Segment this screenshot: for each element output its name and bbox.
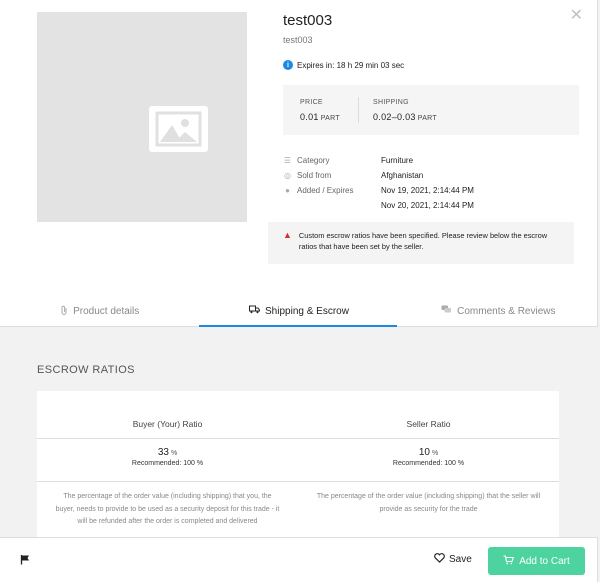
tab-label: Shipping & Escrow <box>265 305 349 317</box>
price-box: PRICE 0.01 PART SHIPPING 0.02–0.03 PART <box>283 85 579 135</box>
shipping-value: 0.02–0.03 <box>373 112 416 122</box>
expires-text: Expires in: 18 h 29 min 03 sec <box>297 60 405 70</box>
shipping-column: SHIPPING 0.02–0.03 PART <box>373 99 437 122</box>
detail-row-expires: Nov 20, 2021, 2:14:44 PM <box>283 198 474 213</box>
escrow-warning: ▲ Custom escrow ratios have been specifi… <box>268 222 574 264</box>
add-to-cart-label: Add to Cart <box>519 555 570 567</box>
detail-value: Nov 19, 2021, 2:14:44 PM <box>381 186 474 195</box>
seller-recommended: Recommended: 100 % <box>392 460 465 467</box>
detail-row-category: ☰ Category Furniture <box>283 153 474 168</box>
shipping-label: SHIPPING <box>373 99 409 106</box>
buyer-ratio-unit: % <box>170 450 178 457</box>
detail-label: Sold from <box>297 171 332 180</box>
shipping-unit: PART <box>417 115 437 122</box>
detail-label: Added / Expires <box>297 186 354 195</box>
tab-comments-reviews[interactable]: Comments & Reviews <box>399 296 598 326</box>
clock-icon: ● <box>285 186 290 195</box>
flag-icon[interactable] <box>20 554 31 568</box>
price-unit: PART <box>320 115 340 122</box>
action-footer: Save Add to Cart <box>0 537 598 582</box>
cart-icon <box>503 554 515 568</box>
tab-label: Product details <box>73 305 140 317</box>
detail-value: Afghanistan <box>381 171 424 180</box>
seller-ratio-column: Seller Ratio 10% Recommended: 100 % The … <box>298 391 559 516</box>
warning-icon: ▲ <box>283 230 292 240</box>
product-title: test003 <box>283 12 333 29</box>
warning-text: Custom escrow ratios have been specified… <box>298 231 548 251</box>
detail-value: Furniture <box>381 156 414 165</box>
seller-ratio-value: 10 <box>418 447 430 458</box>
escrow-ratios-card: Buyer (Your) Ratio 33% Recommended: 100 … <box>37 391 559 546</box>
detail-row-sold-from: ◎ Sold from Afghanistan <box>283 168 474 183</box>
save-button[interactable]: Save <box>434 553 472 566</box>
info-icon: i <box>283 60 293 70</box>
buyer-ratio-value: 33 <box>157 447 169 458</box>
price-label: PRICE <box>300 99 323 106</box>
globe-icon: ◎ <box>284 171 291 180</box>
expires-notice: i Expires in: 18 h 29 min 03 sec <box>283 60 404 70</box>
comments-icon <box>441 305 452 317</box>
seller-ratio-unit: % <box>431 450 439 457</box>
seller-ratio-value-cell: 10% Recommended: 100 % <box>298 439 559 482</box>
truck-icon <box>249 305 261 317</box>
buyer-ratio-value-cell: 33% Recommended: 100 % <box>37 439 298 482</box>
price-column: PRICE 0.01 PART <box>300 99 340 122</box>
list-icon: ☰ <box>283 156 292 165</box>
close-icon[interactable]: ✕ <box>570 8 583 24</box>
product-details: ☰ Category Furniture ◎ Sold from Afghanist… <box>283 153 474 213</box>
tab-bar: Product details Shipping & Escrow Commen… <box>0 296 598 326</box>
buyer-ratio-header: Buyer (Your) Ratio <box>37 391 298 439</box>
detail-value-expires: Nov 20, 2021, 2:14:44 PM <box>381 201 474 210</box>
buyer-ratio-description: The percentage of the order value (inclu… <box>55 493 280 525</box>
product-subtitle: test003 <box>283 35 313 45</box>
active-tab-indicator <box>199 325 397 327</box>
seller-ratio-description: The percentage of the order value (inclu… <box>316 493 541 513</box>
tab-shipping-escrow[interactable]: Shipping & Escrow <box>199 296 398 326</box>
tab-label: Comments & Reviews <box>457 305 556 317</box>
heart-icon <box>434 553 445 566</box>
detail-label: Category <box>297 156 330 165</box>
escrow-section-title: ESCROW RATIOS <box>37 364 135 376</box>
product-modal: ✕ test003 test003 i Expires in: 18 h 29 … <box>0 0 598 327</box>
buyer-ratio-column: Buyer (Your) Ratio 33% Recommended: 100 … <box>37 391 298 529</box>
add-to-cart-button[interactable]: Add to Cart <box>488 547 585 575</box>
price-value: 0.01 <box>300 112 319 122</box>
detail-row-added-expires: ● Added / Expires Nov 19, 2021, 2:14:44 P… <box>283 183 474 198</box>
product-image <box>37 12 247 222</box>
price-divider <box>358 97 359 123</box>
seller-ratio-header: Seller Ratio <box>298 391 559 439</box>
paperclip-icon <box>60 305 68 318</box>
save-label: Save <box>449 554 472 565</box>
tab-product-details[interactable]: Product details <box>0 296 199 326</box>
image-placeholder-icon <box>149 106 208 152</box>
buyer-recommended: Recommended: 100 % <box>131 460 204 467</box>
